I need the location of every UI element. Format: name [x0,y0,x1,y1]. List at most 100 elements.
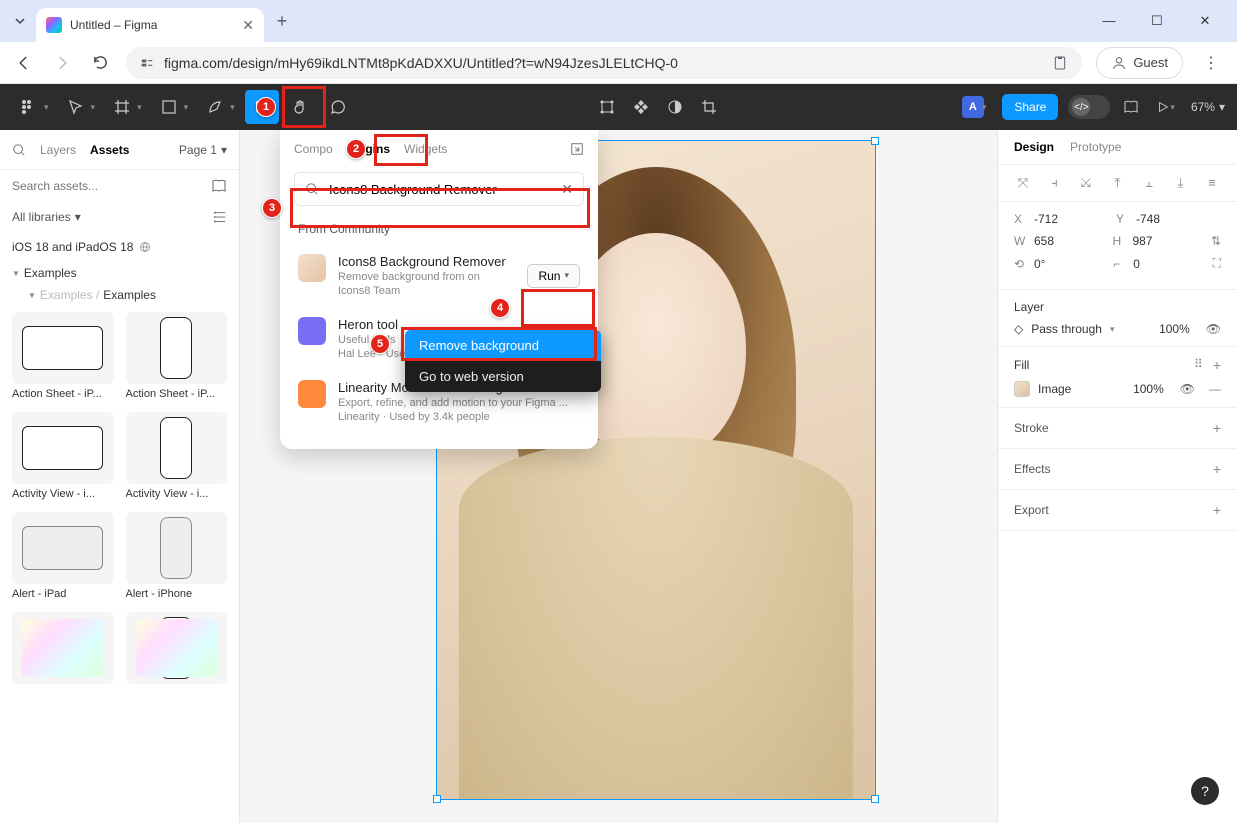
y-field[interactable]: Y-748 [1116,212,1208,226]
selection-handle[interactable] [871,795,879,803]
eye-icon[interactable]: 👁 [1206,322,1221,336]
shape-tool-icon[interactable] [152,90,186,124]
align-bottom-icon[interactable]: ⤓ [1172,175,1190,191]
asset-item[interactable]: Action Sheet - iP... [12,312,114,400]
eye-icon[interactable]: 👁 [1180,382,1195,396]
constrain-icon[interactable]: ⇅ [1211,234,1221,248]
tab-design[interactable]: Design [1014,140,1054,154]
canvas[interactable]: Compo Plugins Widgets ✕ From Community I… [240,130,997,823]
browser-tab[interactable]: Untitled – Figma ✕ [36,8,264,42]
forward-button[interactable] [50,51,74,75]
corner-field[interactable]: ⌐0 [1113,257,1202,271]
library-kit-row[interactable]: iOS 18 and iPadOS 18 [0,232,239,262]
crop-icon[interactable] [701,99,717,115]
tab-close-icon[interactable]: ✕ [242,17,254,34]
reload-button[interactable] [88,51,112,75]
browser-menu-button[interactable]: ⋮ [1197,53,1225,73]
tab-list-dropdown[interactable] [8,9,32,33]
effects-section[interactable]: Effects + [998,449,1237,490]
tab-components[interactable]: Compo [294,140,333,158]
menu-go-to-web[interactable]: Go to web version [405,361,601,392]
independent-corners-icon[interactable]: ⛶ [1213,256,1221,271]
library-selector[interactable]: All libraries ▾ [12,210,81,224]
selection-handle[interactable] [871,137,879,145]
tab-widgets[interactable]: Widgets [404,140,447,158]
new-tab-button[interactable]: + [268,7,296,35]
maximize-button[interactable]: ☐ [1143,13,1171,29]
tree-breadcrumb[interactable]: ▼ Examples / Examples [0,284,239,306]
asset-item[interactable]: Alert - iPhone [126,512,228,600]
component-icon[interactable] [633,99,649,115]
add-fill-button[interactable]: + [1213,357,1221,373]
mask-icon[interactable] [667,99,683,115]
expand-icon[interactable] [570,142,584,156]
layer-section-label: Layer [1014,300,1044,314]
w-field[interactable]: W658 [1014,234,1102,248]
tab-assets[interactable]: Assets [90,143,129,157]
clear-search-icon[interactable]: ✕ [561,181,573,198]
install-app-icon[interactable] [1052,55,1068,71]
stroke-section[interactable]: Stroke + [998,408,1237,449]
x-field[interactable]: X-712 [1014,212,1106,226]
address-bar[interactable]: figma.com/design/mHy69ikdLNTMt8pKdADXXU/… [126,47,1082,79]
add-stroke-button[interactable]: + [1213,420,1221,436]
tree-examples[interactable]: ▼ Examples [0,262,239,284]
site-settings-icon[interactable] [140,56,154,70]
plugin-result[interactable]: Icons8 Background Remover Remove backgro… [280,244,598,307]
plugin-search-input[interactable] [329,182,551,197]
comment-tool-icon[interactable] [321,90,355,124]
asset-item[interactable] [12,612,114,688]
fill-swatch[interactable] [1014,381,1030,397]
move-tool-icon[interactable] [59,90,93,124]
minimize-button[interactable]: — [1095,13,1123,29]
remove-fill-icon[interactable]: — [1209,382,1221,396]
rotation-field[interactable]: ⟲0° [1014,257,1103,271]
edit-object-icon[interactable] [599,99,615,115]
blend-mode-row[interactable]: ◇ Pass through ▾ 100% 👁 [1014,322,1221,336]
align-right-icon[interactable]: ⤩ [1077,175,1095,191]
distribute-icon[interactable]: ≡ [1203,175,1221,191]
add-effect-button[interactable]: + [1213,461,1221,477]
align-hcenter-icon[interactable]: ⫞ [1046,175,1064,191]
selection-handle[interactable] [433,795,441,803]
asset-item[interactable]: Activity View - i... [126,412,228,500]
align-vcenter-icon[interactable]: ⫠ [1140,175,1158,191]
share-button[interactable]: Share [1002,94,1058,120]
run-button[interactable]: Run ▾ [527,264,580,288]
asset-item[interactable]: Alert - iPad [12,512,114,600]
h-field[interactable]: H987 [1112,234,1200,248]
tab-layers[interactable]: Layers [40,143,76,157]
add-export-button[interactable]: + [1213,502,1221,518]
export-section[interactable]: Export + [998,490,1237,531]
asset-item[interactable]: Action Sheet - iP... [126,312,228,400]
user-avatar[interactable]: A [962,96,984,118]
list-view-icon[interactable] [213,210,227,224]
search-icon[interactable] [12,143,26,157]
align-top-icon[interactable]: ⤒ [1109,175,1127,191]
frame-tool-icon[interactable] [105,90,139,124]
figma-menu-icon[interactable] [12,90,46,124]
chevron-down-icon[interactable]: ▾ [982,102,987,113]
annotation-marker: 2 [346,139,366,159]
back-button[interactable] [12,51,36,75]
tab-prototype[interactable]: Prototype [1070,140,1121,154]
assets-search-input[interactable] [12,179,203,193]
zoom-dropdown[interactable]: 67% ▾ [1191,100,1225,114]
page-selector[interactable]: Page 1 ▾ [179,143,227,157]
help-button[interactable]: ? [1191,777,1219,805]
library-icon[interactable] [1120,90,1142,124]
grid-icon[interactable]: ⠿ [1194,357,1203,373]
pen-tool-icon[interactable] [198,90,232,124]
close-window-button[interactable]: ✕ [1191,13,1219,29]
hand-tool-icon[interactable] [283,90,317,124]
book-icon[interactable] [211,178,227,194]
align-left-icon[interactable]: ⤧ [1014,175,1032,191]
present-icon[interactable] [1152,90,1174,124]
plugin-search[interactable]: ✕ [294,172,584,206]
asset-item[interactable] [126,612,228,688]
fill-row[interactable]: Image 100% 👁 — [1014,381,1221,397]
profile-chip[interactable]: Guest [1096,47,1183,79]
menu-remove-background[interactable]: Remove background [405,330,601,361]
dev-mode-toggle[interactable]: </> [1068,95,1110,119]
asset-item[interactable]: Activity View - i... [12,412,114,500]
